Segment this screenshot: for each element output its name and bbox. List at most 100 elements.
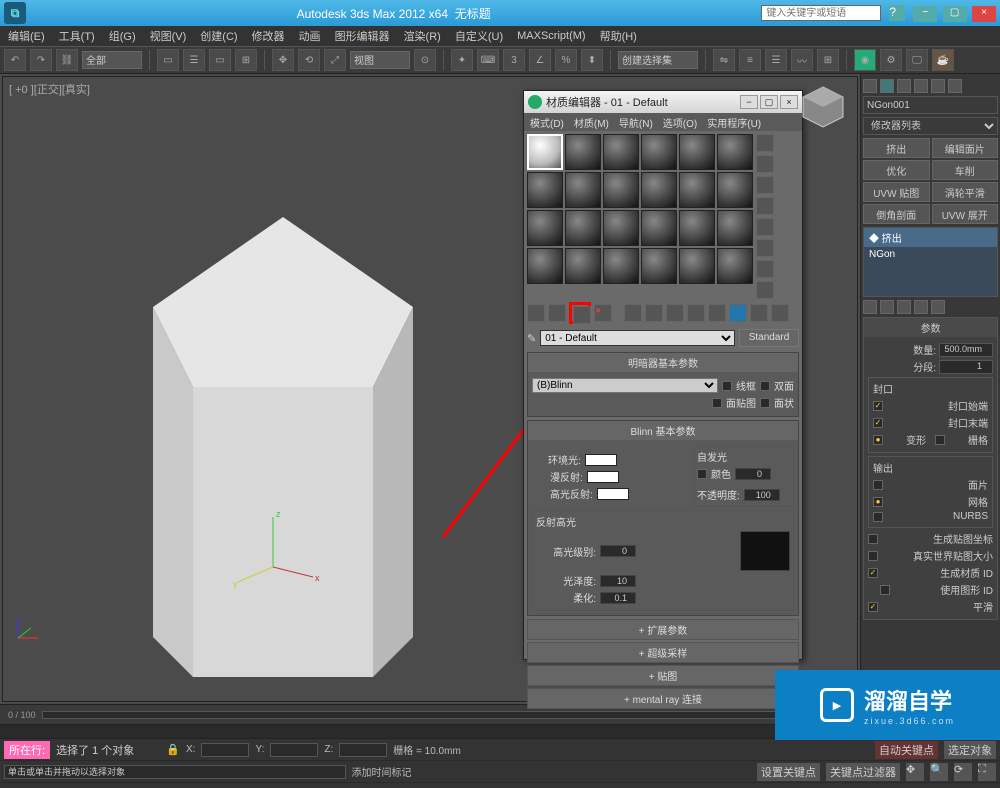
mat-menu-nav[interactable]: 导航(N) <box>619 115 653 130</box>
selected-key-button[interactable]: 选定对象 <box>944 741 996 759</box>
named-selection-dropdown[interactable]: 创建选择集 <box>618 51 698 69</box>
menu-grapheditors[interactable]: 图形编辑器 <box>335 28 390 44</box>
schematic-button[interactable]: ⊞ <box>817 49 839 71</box>
sample-uv-icon[interactable] <box>756 197 774 215</box>
sample-type-icon[interactable] <box>756 134 774 152</box>
make-copy-icon[interactable] <box>624 304 642 322</box>
facemap-checkbox[interactable] <box>712 398 722 408</box>
selection-filter-dropdown[interactable]: 全部 <box>82 51 142 69</box>
grid-radio[interactable] <box>935 435 945 445</box>
cap-start-checkbox[interactable]: ✓ <box>873 401 883 411</box>
sample-slot[interactable] <box>603 210 639 246</box>
display-tab-icon[interactable] <box>931 79 945 93</box>
select-by-mat-icon[interactable] <box>756 281 774 299</box>
segments-spinner[interactable]: 1 <box>939 360 993 374</box>
maximize-button[interactable]: ▢ <box>943 6 967 22</box>
setkey-button[interactable]: 设置关键点 <box>757 763 820 781</box>
viewcube-icon[interactable] <box>798 82 848 132</box>
video-check-icon[interactable] <box>756 218 774 236</box>
sample-slot[interactable] <box>603 172 639 208</box>
modset-turbosmooth[interactable]: 涡轮平滑 <box>932 182 999 202</box>
diffuse-swatch[interactable] <box>587 471 619 483</box>
modset-editpatch[interactable]: 编辑面片 <box>932 138 999 158</box>
sample-slot[interactable] <box>603 248 639 284</box>
keyfilter-button[interactable]: 关键点过滤器 <box>826 763 900 781</box>
modset-optimize[interactable]: 优化 <box>863 160 930 180</box>
pin-stack-icon[interactable] <box>863 300 877 314</box>
use-shape-checkbox[interactable] <box>880 585 890 595</box>
menu-tools[interactable]: 工具(T) <box>59 28 95 44</box>
sample-slot[interactable] <box>565 134 601 170</box>
modifier-stack[interactable]: ◆ 挤出 NGon <box>863 227 998 297</box>
config-icon[interactable] <box>931 300 945 314</box>
go-parent-icon[interactable] <box>750 304 768 322</box>
diffuse-map-icon[interactable] <box>623 471 635 483</box>
sample-slot[interactable] <box>717 210 753 246</box>
render-button[interactable]: ☕ <box>932 49 954 71</box>
stack-item-ngon[interactable]: NGon <box>864 247 997 262</box>
menu-help[interactable]: 帮助(H) <box>600 28 637 44</box>
menu-views[interactable]: 视图(V) <box>150 28 187 44</box>
mat-id-icon[interactable] <box>687 304 705 322</box>
out-mesh-radio[interactable]: ● <box>873 497 883 507</box>
percent-snap-button[interactable]: % <box>555 49 577 71</box>
ambient-swatch[interactable] <box>585 454 617 466</box>
background-icon[interactable] <box>756 176 774 194</box>
sample-slot[interactable] <box>717 172 753 208</box>
mat-menu-mode[interactable]: 模式(D) <box>530 115 564 130</box>
sample-slot[interactable] <box>527 248 563 284</box>
sample-slot[interactable] <box>717 134 753 170</box>
gen-map-checkbox[interactable] <box>868 534 878 544</box>
curve-editor-button[interactable]: 〰 <box>791 49 813 71</box>
glossiness-spinner[interactable]: 10 <box>600 575 636 587</box>
sample-slot[interactable] <box>641 210 677 246</box>
mat-editor-titlebar[interactable]: 材质编辑器 - 01 - Default − ▢ × <box>524 91 802 113</box>
material-name-dropdown[interactable]: 01 - Default <box>540 330 735 346</box>
refcoord-dropdown[interactable]: 视图 <box>350 51 410 69</box>
show-in-vp-icon[interactable] <box>708 304 726 322</box>
menu-maxscript[interactable]: MAXScript(M) <box>517 30 585 42</box>
mat-menu-material[interactable]: 材质(M) <box>574 115 609 130</box>
sample-slot[interactable] <box>717 248 753 284</box>
align-button[interactable]: ≡ <box>739 49 761 71</box>
mat-close-button[interactable]: × <box>780 95 798 109</box>
nav-orbit-icon[interactable]: ⟳ <box>954 763 972 781</box>
script-line-button[interactable]: 所在行: <box>4 741 50 759</box>
make-unique-icon[interactable] <box>645 304 663 322</box>
sample-slot[interactable] <box>565 172 601 208</box>
shader-rollout-header[interactable]: 明暗器基本参数 <box>528 353 798 372</box>
undo-button[interactable]: ↶ <box>4 49 26 71</box>
sample-slot[interactable] <box>641 134 677 170</box>
menu-rendering[interactable]: 渲染(R) <box>404 28 441 44</box>
get-material-icon[interactable] <box>527 304 545 322</box>
out-nurbs-radio[interactable] <box>873 512 883 522</box>
rollout-extended[interactable]: + 扩展参数 <box>527 619 799 640</box>
menu-edit[interactable]: 编辑(E) <box>8 28 45 44</box>
create-tab-icon[interactable] <box>863 79 877 93</box>
redo-button[interactable]: ↷ <box>30 49 52 71</box>
hierarchy-tab-icon[interactable] <box>897 79 911 93</box>
sample-slot[interactable] <box>679 172 715 208</box>
menu-modifiers[interactable]: 修改器 <box>252 28 285 44</box>
sample-slot[interactable] <box>565 248 601 284</box>
material-editor-button[interactable]: ◉ <box>854 49 876 71</box>
nav-max-icon[interactable]: ⛶ <box>978 763 996 781</box>
soften-spinner[interactable]: 0.1 <box>600 592 636 604</box>
pivot-button[interactable]: ⊙ <box>414 49 436 71</box>
reset-map-icon[interactable]: × <box>594 304 612 322</box>
utilities-tab-icon[interactable] <box>948 79 962 93</box>
sample-slot[interactable] <box>679 210 715 246</box>
spinner-snap-button[interactable]: ⬍ <box>581 49 603 71</box>
unique-icon[interactable] <box>897 300 911 314</box>
add-time-tag-button[interactable]: 添加时间标记 <box>352 764 412 779</box>
mat-max-button[interactable]: ▢ <box>760 95 778 109</box>
transform-x-input[interactable] <box>201 743 249 757</box>
sample-slot[interactable] <box>679 134 715 170</box>
out-patch-radio[interactable] <box>873 480 883 490</box>
window-close-button[interactable]: × <box>972 6 996 22</box>
material-type-button[interactable]: Standard <box>739 329 799 347</box>
modset-bevelprofile[interactable]: 倒角剖面 <box>863 204 930 224</box>
ambient-lock-icon[interactable] <box>532 454 544 466</box>
shader-type-dropdown[interactable]: (B)Blinn <box>532 378 718 393</box>
scale-button[interactable]: ⤢ <box>324 49 346 71</box>
